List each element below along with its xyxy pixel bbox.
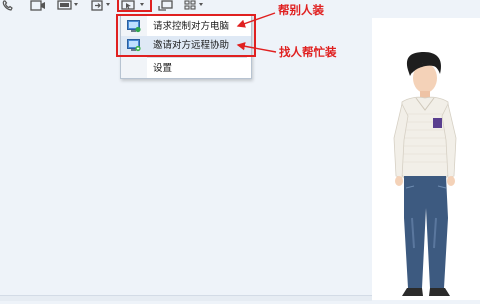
annotation-label-help-others: 帮别人装 [278, 3, 324, 17]
menu-item-request-control[interactable]: 请求控制对方电脑 [121, 17, 251, 36]
voice-call-icon [2, 0, 13, 11]
screen-share-icon [57, 0, 72, 10]
menu-item-label: 设置 [153, 63, 173, 74]
menu-item-settings[interactable]: 设置 [121, 59, 251, 78]
screen-share-button[interactable] [57, 0, 78, 12]
share-button[interactable] [158, 0, 174, 12]
menu-divider [147, 57, 247, 58]
chat-bottom-edge [0, 295, 372, 301]
remote-assist-highlight [117, 0, 152, 12]
video-call-icon [30, 0, 45, 11]
chevron-down-icon [106, 3, 110, 6]
apps-grid-button[interactable] [184, 0, 203, 12]
menu-item-label: 邀请对方远程协助 [153, 40, 230, 51]
menu-item-invite-assist[interactable]: 邀请对方远程协助 [121, 36, 251, 55]
file-transfer-button[interactable] [91, 0, 110, 12]
user-avatar-figure [393, 52, 457, 296]
chevron-down-icon [74, 3, 78, 6]
remote-assist-menu: 请求控制对方电脑 邀请对方远程协助 设置 [120, 14, 252, 79]
video-call-button[interactable] [30, 0, 46, 12]
menu-item-label: 请求控制对方电脑 [153, 21, 230, 32]
share-icon [158, 0, 173, 11]
file-transfer-icon [91, 0, 103, 11]
avatar-panel [372, 18, 480, 300]
chat-window: 请求控制对方电脑 邀请对方远程协助 设置 帮别人装 找人帮忙装 [0, 0, 480, 301]
request-control-icon [127, 20, 141, 33]
apps-grid-icon [184, 0, 196, 10]
chevron-down-icon [199, 3, 203, 6]
invite-assist-icon [127, 39, 141, 52]
voice-call-button[interactable] [2, 0, 13, 12]
annotation-label-find-helper: 找人帮忙装 [279, 45, 337, 59]
